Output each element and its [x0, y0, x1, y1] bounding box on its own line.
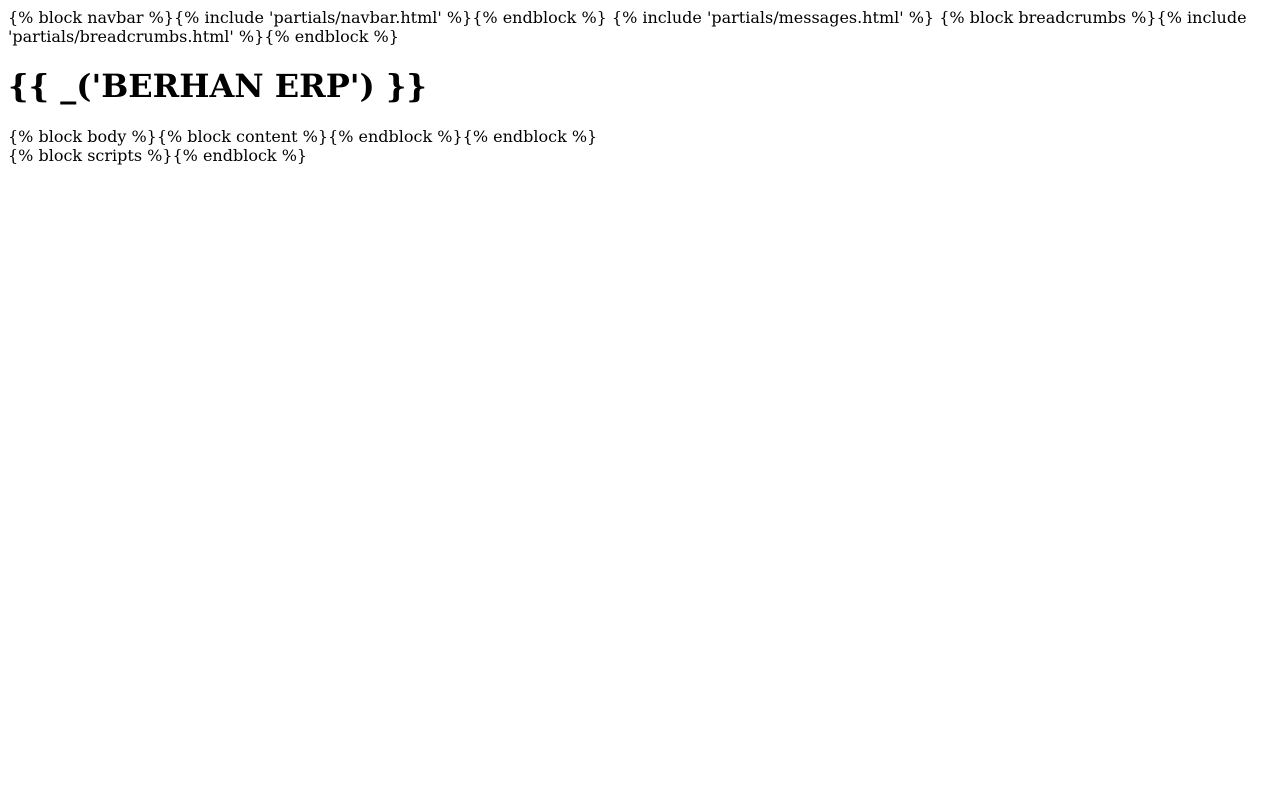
page-title: {{ _('BERHAN ERP') }}: [8, 67, 427, 105]
template-header-line: {% block navbar %}{% include 'partials/n…: [8, 8, 1247, 46]
page-root: {% block navbar %}{% include 'partials/n…: [8, 8, 1272, 165]
template-scripts-line: {% block scripts %}{% endblock %}: [8, 146, 308, 165]
template-body-line: {% block body %}{% block content %}{% en…: [8, 127, 598, 146]
